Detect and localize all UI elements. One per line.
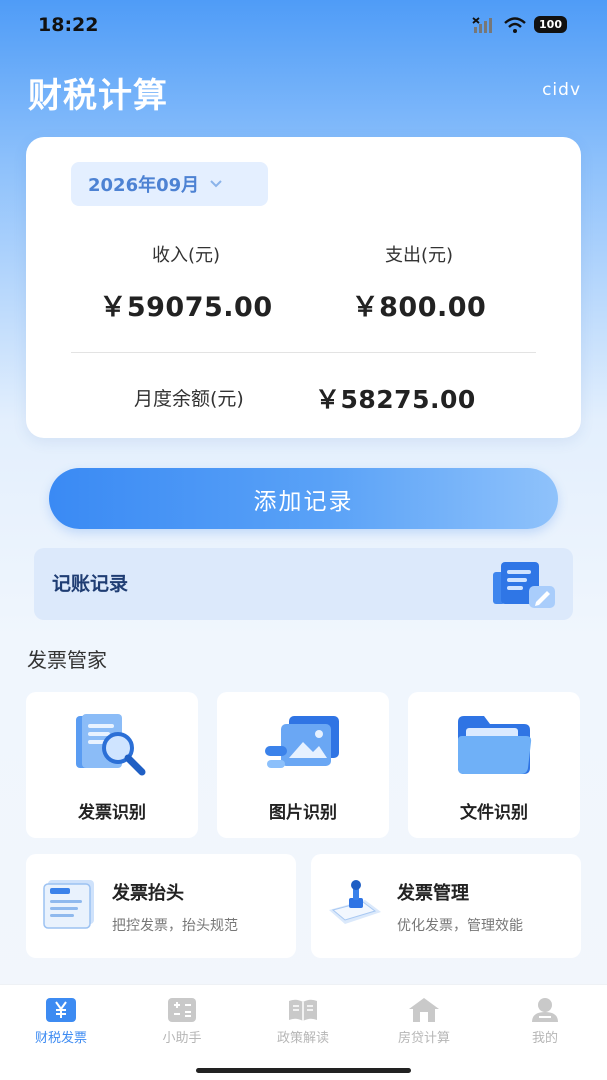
invoice-header-card[interactable]: 发票抬头 把控发票，抬头规范 (26, 854, 296, 958)
bottom-tab-bar: 财税发票 小助手 政策解读 房贷计算 我的 (0, 984, 607, 1060)
tab-assistant-label: 小助手 (162, 1031, 202, 1046)
invoice-management-card[interactable]: 发票管理 优化发票，管理效能 (311, 854, 581, 958)
profile-icon (532, 998, 558, 1022)
file-recognition-label: 文件识别 (460, 803, 528, 823)
calculator-icon (168, 998, 196, 1022)
invoice-header-title: 发票抬头 (112, 883, 184, 904)
divider (71, 352, 536, 353)
tab-mortgage[interactable]: 房贷计算 (374, 997, 474, 1046)
user-name[interactable]: cidv (542, 80, 581, 100)
image-recognition-tile[interactable]: 图片识别 (217, 692, 389, 838)
expense-label: 支出(元) (384, 245, 454, 266)
tab-policy[interactable]: 政策解读 (253, 997, 353, 1046)
folder-icon (458, 716, 532, 774)
invoice-header-icon (43, 880, 94, 929)
wifi-icon (504, 16, 526, 33)
balance-label: 月度余额(元) (134, 388, 244, 410)
chevron-down-icon (210, 180, 222, 188)
status-time: 18:22 (38, 14, 99, 36)
house-icon (409, 998, 439, 1022)
status-bar: 18:22 100 (0, 0, 607, 52)
invoice-management-subtitle: 优化发票，管理效能 (397, 918, 523, 934)
tab-policy-label: 政策解读 (276, 1031, 329, 1046)
invoice-stamp-icon (329, 880, 381, 924)
image-recognition-label: 图片识别 (269, 803, 337, 823)
tab-mortgage-label: 房贷计算 (397, 1031, 450, 1046)
ledger-document-icon (493, 562, 555, 608)
invoice-section-title: 发票管家 (27, 648, 107, 672)
battery-indicator: 100 (534, 16, 567, 33)
month-picker-value: 2026年09月 (88, 175, 200, 196)
income-label: 收入(元) (151, 245, 221, 266)
tab-profile[interactable]: 我的 (495, 997, 595, 1046)
invoice-management-title: 发票管理 (397, 883, 469, 904)
invoice-recognition-tile[interactable]: 发票识别 (26, 692, 198, 838)
tab-tax-invoice[interactable]: 财税发票 (11, 997, 111, 1046)
monthly-summary-card: 2026年09月 收入(元) ￥59075.00 支出(元) ￥800.00 月… (26, 137, 581, 438)
tab-profile-label: 我的 (531, 1031, 558, 1046)
status-icons: 100 (472, 16, 567, 33)
month-picker[interactable]: 2026年09月 (71, 162, 268, 206)
add-record-button[interactable]: 添加记录 (49, 468, 558, 529)
invoice-recognition-label: 发票识别 (78, 803, 146, 823)
invoice-header-subtitle: 把控发票，抬头规范 (112, 918, 238, 934)
invoice-scan-icon (76, 714, 146, 776)
book-icon (289, 999, 317, 1021)
income-value: ￥59075.00 (99, 292, 273, 323)
tab-tax-invoice-label: 财税发票 (34, 1031, 87, 1046)
balance-value: ￥58275.00 (315, 385, 476, 414)
home-indicator (0, 1060, 607, 1080)
file-recognition-tile[interactable]: 文件识别 (408, 692, 580, 838)
yuan-icon (46, 998, 76, 1022)
ledger-records-label: 记账记录 (52, 573, 129, 595)
tab-assistant[interactable]: 小助手 (132, 997, 232, 1046)
app-title: 财税计算 (28, 76, 168, 116)
image-scan-icon (265, 716, 339, 768)
home-bar[interactable] (196, 1068, 411, 1073)
ledger-records-card[interactable]: 记账记录 (34, 548, 573, 620)
no-signal-icon (472, 16, 493, 33)
expense-value: ￥800.00 (351, 292, 487, 323)
